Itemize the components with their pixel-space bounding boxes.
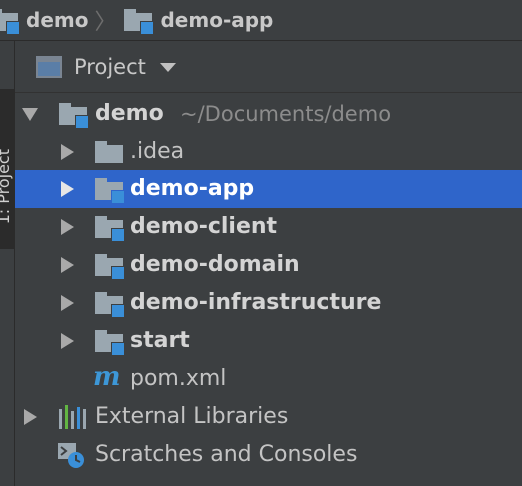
expand-arrow-icon[interactable] <box>61 295 74 311</box>
tree-row-idea[interactable]: .idea <box>15 133 522 171</box>
tree-row-demo-domain[interactable]: demo-domain <box>15 246 522 284</box>
panel-title[interactable]: Project <box>74 55 146 79</box>
view-dropdown-icon[interactable] <box>159 63 176 72</box>
project-tool-window-tab[interactable]: 1: Project <box>0 89 14 249</box>
expand-arrow-icon[interactable] <box>61 181 74 197</box>
tree-row-start[interactable]: start <box>15 322 522 360</box>
tree-item-label: External Libraries <box>95 404 289 429</box>
module-folder-icon <box>124 9 155 35</box>
breadcrumb-label: demo <box>26 8 89 32</box>
folder-icon <box>95 141 123 163</box>
module-folder-icon <box>95 254 125 280</box>
tree-row-pom-xml[interactable]: m pom.xml <box>15 360 522 398</box>
module-folder-icon <box>0 9 20 35</box>
maven-icon: m <box>93 362 121 392</box>
expand-arrow-icon[interactable] <box>61 257 74 273</box>
project-tool-window-label: 1: Project <box>0 149 13 225</box>
breadcrumb-separator: 〉 <box>94 10 117 35</box>
library-icon <box>59 405 87 429</box>
tree-item-label: start <box>130 328 190 353</box>
tree-item-path: ~/Documents/demo <box>180 102 392 126</box>
tree-row-demo-client[interactable]: demo-client <box>15 208 522 246</box>
project-panel-header: Project <box>15 41 522 93</box>
tree-item-label: demo-domain <box>130 252 300 277</box>
tree-row-demo-app[interactable]: demo-app <box>15 170 522 208</box>
expand-arrow-icon[interactable] <box>61 333 74 349</box>
tree-item-label: .idea <box>130 139 185 164</box>
module-folder-icon <box>95 216 125 242</box>
module-folder-icon <box>95 178 125 204</box>
tree-item-label: demo-client <box>130 214 278 239</box>
tree-row-scratches[interactable]: Scratches and Consoles <box>15 436 522 474</box>
project-view-icon <box>36 55 62 78</box>
module-folder-icon <box>59 103 89 129</box>
expand-arrow-icon[interactable] <box>61 219 74 235</box>
breadcrumb-item-demo-app[interactable]: demo-app <box>124 8 274 35</box>
tree-item-label: demo-app <box>130 176 255 201</box>
tree-row-external-libraries[interactable]: External Libraries <box>15 398 522 436</box>
tree-item-label: demo <box>95 101 164 126</box>
tree-item-label: pom.xml <box>130 366 227 391</box>
scratches-icon <box>58 443 84 468</box>
breadcrumb-label: demo-app <box>160 8 274 32</box>
collapse-arrow-icon[interactable] <box>22 108 38 121</box>
tree-item-label: Scratches and Consoles <box>95 442 358 467</box>
expand-arrow-icon[interactable] <box>24 409 37 425</box>
breadcrumb-item-demo[interactable]: demo <box>0 8 89 35</box>
tree-item-label: demo-infrastructure <box>130 290 382 315</box>
module-folder-icon <box>95 330 125 356</box>
tree-row-root[interactable]: demo ~/Documents/demo <box>15 95 522 133</box>
expand-arrow-icon[interactable] <box>61 144 74 160</box>
tree-row-demo-infrastructure[interactable]: demo-infrastructure <box>15 284 522 322</box>
module-folder-icon <box>95 292 125 318</box>
breadcrumb: demo 〉 demo-app <box>0 0 522 41</box>
tool-window-strip: 1: Project <box>0 41 15 486</box>
